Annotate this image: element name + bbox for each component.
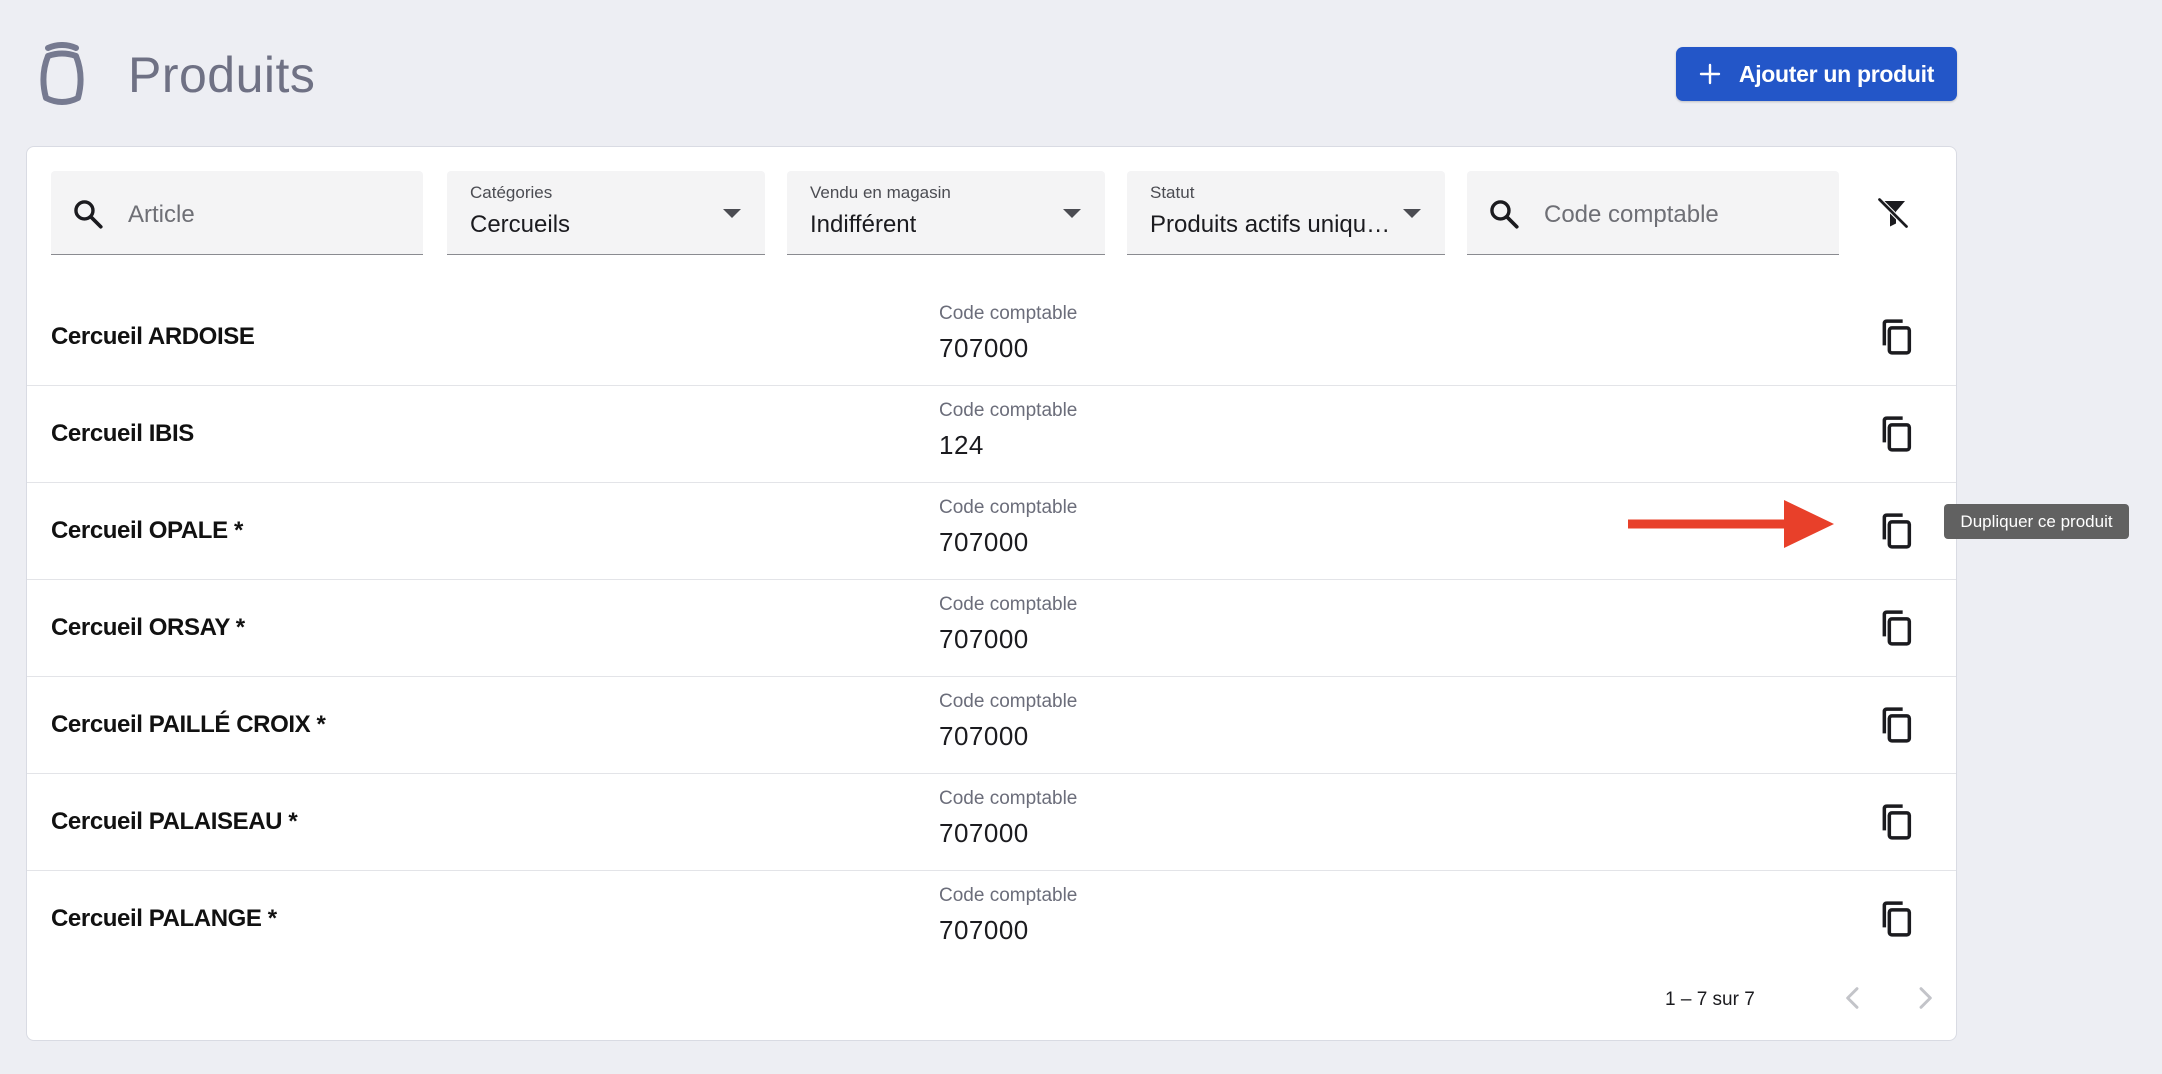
- copy-icon[interactable]: [1876, 511, 1916, 551]
- code-comptable-label: Code comptable: [939, 594, 1078, 615]
- pagination-range: 1 – 7 sur 7: [1665, 989, 1755, 1010]
- clear-filters-icon[interactable]: [1875, 195, 1911, 231]
- statut-select[interactable]: Statut Produits actifs unique…: [1127, 171, 1445, 255]
- code-comptable-label: Code comptable: [939, 303, 1078, 324]
- product-name: Cercueil ARDOISE: [51, 323, 255, 350]
- product-name: Cercueil PALAISEAU *: [51, 808, 298, 835]
- product-name: Cercueil PALANGE *: [51, 905, 277, 932]
- add-product-label: Ajouter un produit: [1738, 60, 1935, 87]
- search-icon: [1490, 200, 1519, 229]
- code-comptable-search-field[interactable]: Code comptable: [1467, 171, 1839, 255]
- page-header: Produits: [36, 40, 315, 110]
- product-name: Cercueil IBIS: [51, 420, 194, 447]
- code-comptable-label: Code comptable: [939, 788, 1078, 809]
- product-row[interactable]: Cercueil PALAISEAU * Code comptable 707000: [27, 774, 1956, 871]
- code-comptable-label: Code comptable: [939, 400, 1078, 421]
- product-row[interactable]: Cercueil IBIS Code comptable 124: [27, 386, 1956, 483]
- article-placeholder: Article: [128, 201, 195, 228]
- vendu-en-magasin-select[interactable]: Vendu en magasin Indifférent: [787, 171, 1105, 255]
- search-icon: [74, 200, 103, 229]
- product-row[interactable]: Cercueil PALANGE * Code comptable 707000: [27, 871, 1956, 968]
- vendu-en-magasin-label: Vendu en magasin: [810, 183, 951, 202]
- copy-icon[interactable]: [1876, 899, 1916, 939]
- chevron-right-icon[interactable]: [1909, 982, 1941, 1014]
- add-product-button[interactable]: Ajouter un produit: [1676, 47, 1957, 101]
- copy-icon[interactable]: [1876, 608, 1916, 648]
- code-comptable-value: 707000: [939, 721, 1029, 751]
- copy-icon[interactable]: [1876, 414, 1916, 454]
- product-name: Cercueil PAILLÉ CROIX *: [51, 711, 326, 738]
- urn-icon: [40, 42, 84, 105]
- page-title: Produits: [128, 47, 316, 103]
- code-comptable-value: 707000: [939, 333, 1029, 363]
- product-row[interactable]: Cercueil ARDOISE Code comptable 707000: [27, 289, 1956, 386]
- copy-icon[interactable]: [1876, 802, 1916, 842]
- chevron-down-icon: [1063, 209, 1081, 218]
- code-comptable-placeholder: Code comptable: [1544, 201, 1719, 228]
- code-comptable-label: Code comptable: [939, 885, 1078, 906]
- code-comptable-label: Code comptable: [939, 691, 1078, 712]
- code-comptable-value: 707000: [939, 915, 1029, 945]
- product-row[interactable]: Cercueil PAILLÉ CROIX * Code comptable 707…: [27, 677, 1956, 774]
- statut-label: Statut: [1150, 183, 1195, 202]
- product-name: Cercueil OPALE *: [51, 517, 243, 544]
- code-comptable-value: 707000: [939, 818, 1029, 848]
- categories-value: Cercueils: [470, 211, 571, 238]
- statut-value: Produits actifs unique…: [1150, 211, 1398, 238]
- products-card: Article Catégories Cercueils Vendu en ma…: [26, 146, 1957, 1041]
- code-comptable-value: 124: [939, 430, 984, 460]
- plus-icon: [1699, 63, 1721, 85]
- product-name: Cercueil ORSAY *: [51, 614, 245, 641]
- chevron-left-icon[interactable]: [1837, 982, 1869, 1014]
- categories-select[interactable]: Catégories Cercueils: [447, 171, 765, 255]
- product-row[interactable]: Cercueil ORSAY * Code comptable 707000: [27, 580, 1956, 677]
- categories-label: Catégories: [470, 183, 553, 202]
- chevron-down-icon: [723, 209, 741, 218]
- code-comptable-value: 707000: [939, 624, 1029, 654]
- duplicate-tooltip: Dupliquer ce produit: [1944, 504, 2129, 539]
- vendu-en-magasin-value: Indifférent: [810, 211, 917, 238]
- chevron-down-icon: [1403, 209, 1421, 218]
- products-list: Cercueil ARDOISE Code comptable 707000 Cerc…: [27, 289, 1956, 968]
- copy-icon[interactable]: [1876, 317, 1916, 357]
- code-comptable-value: 707000: [939, 527, 1029, 557]
- copy-icon[interactable]: [1876, 705, 1916, 745]
- code-comptable-label: Code comptable: [939, 497, 1078, 518]
- article-search-field[interactable]: Article: [51, 171, 423, 255]
- annotation-arrow: [1628, 500, 1834, 548]
